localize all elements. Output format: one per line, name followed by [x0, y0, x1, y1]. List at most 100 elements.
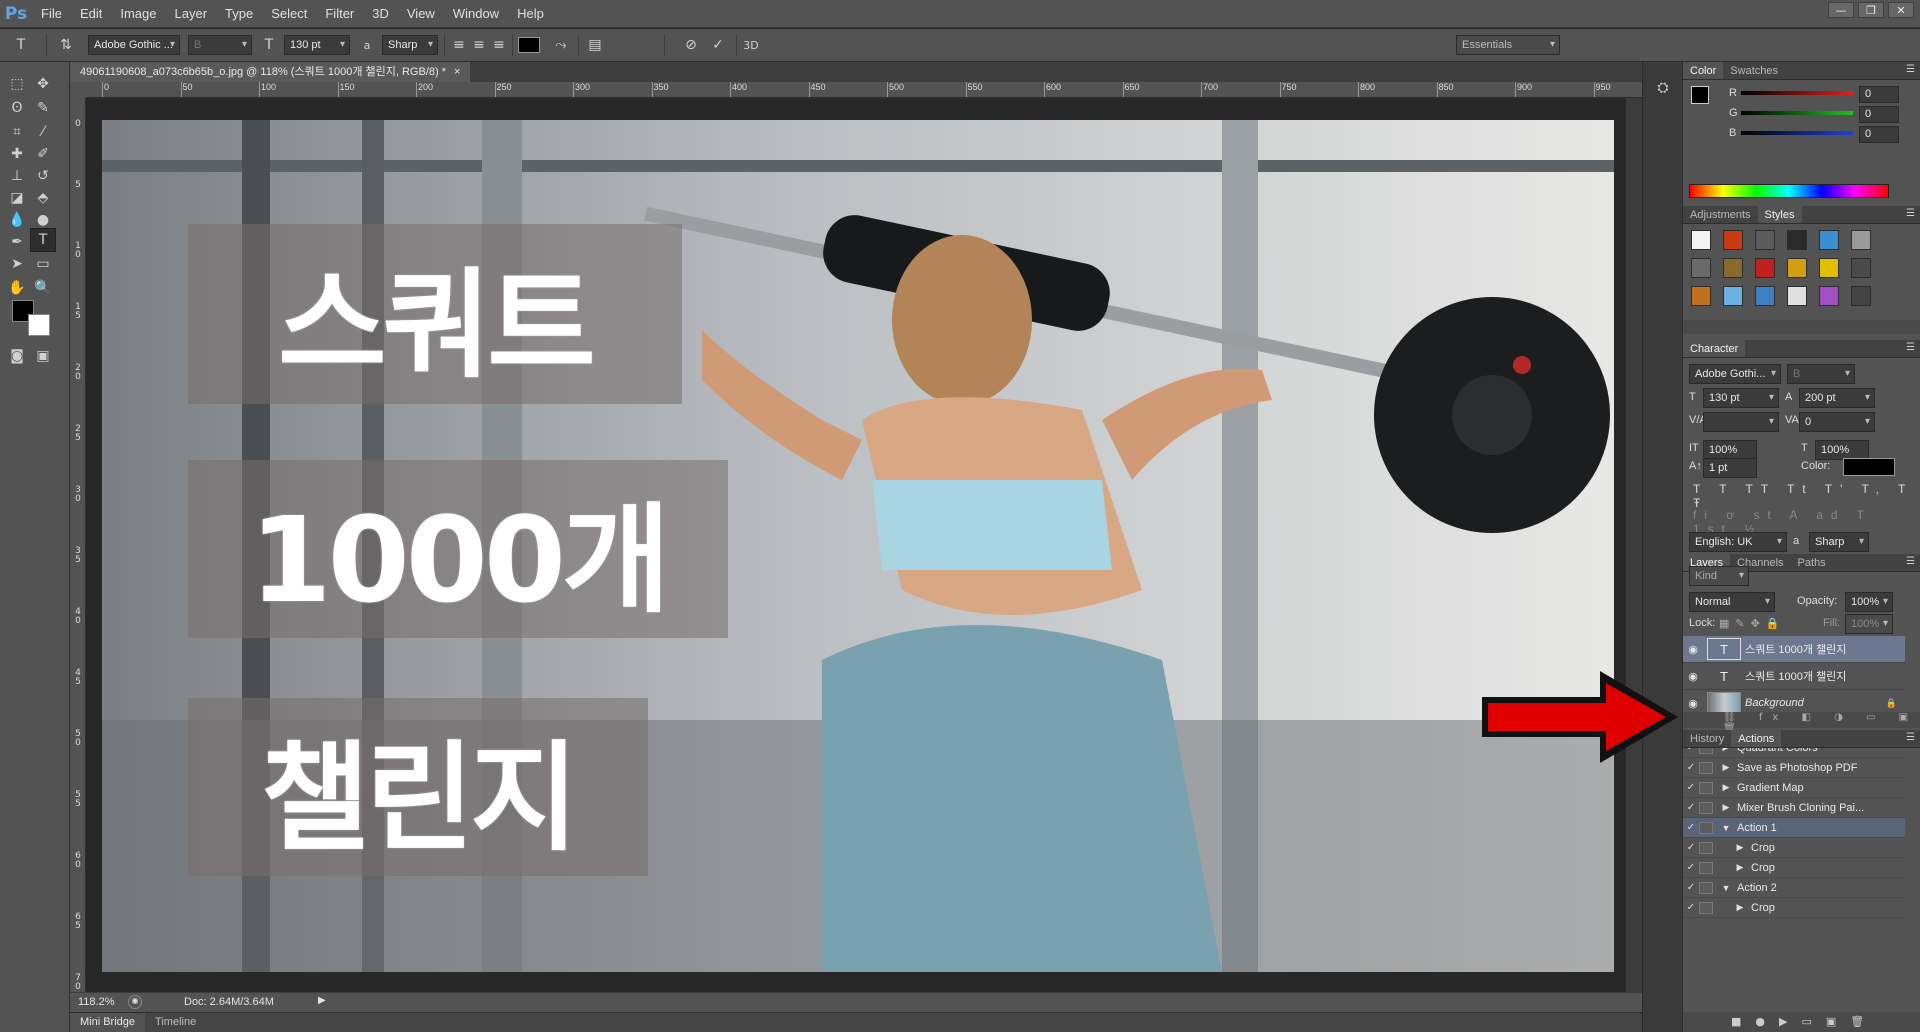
- eraser-tool-icon[interactable]: ◪: [4, 186, 30, 210]
- tab-styles[interactable]: Styles: [1757, 206, 1802, 223]
- status-info-icon[interactable]: ◉: [128, 995, 142, 1009]
- minimize-button[interactable]: —: [1828, 2, 1854, 18]
- action-toggle-check-icon[interactable]: ✓: [1683, 762, 1699, 773]
- hand-tool-icon[interactable]: ✋: [4, 276, 30, 300]
- character-baseline-shift[interactable]: 1 pt: [1703, 458, 1757, 478]
- background-color-swatch[interactable]: [28, 314, 50, 336]
- close-document-icon[interactable]: ×: [454, 62, 460, 82]
- fill-input[interactable]: 100%: [1845, 614, 1893, 634]
- brush-tool-icon[interactable]: ✐: [30, 142, 56, 166]
- tab-history[interactable]: History: [1683, 730, 1731, 747]
- action-row[interactable]: ✓ ▶ Save as Photoshop PDF: [1683, 758, 1905, 778]
- healing-brush-tool-icon[interactable]: ✚: [4, 142, 30, 166]
- layer-visibility-icon[interactable]: ◉: [1683, 670, 1703, 683]
- action-dialog-toggle[interactable]: [1699, 748, 1713, 754]
- action-toggle-check-icon[interactable]: ✓: [1683, 842, 1699, 853]
- character-kerning[interactable]: [1703, 412, 1779, 432]
- character-leading[interactable]: 200 pt: [1799, 388, 1875, 408]
- style-preset-swatch[interactable]: [1755, 286, 1775, 306]
- style-preset-swatch[interactable]: [1691, 230, 1711, 250]
- quick-selection-tool-icon[interactable]: ✎: [30, 96, 56, 120]
- rectangle-tool-icon[interactable]: ▭: [30, 252, 56, 276]
- style-preset-swatch[interactable]: [1691, 258, 1711, 278]
- character-language[interactable]: English: UK: [1689, 532, 1787, 552]
- align-center-icon[interactable]: ≡: [468, 34, 490, 56]
- style-preset-swatch[interactable]: [1691, 286, 1711, 306]
- tab-timeline[interactable]: Timeline: [145, 1013, 206, 1032]
- expand-arrow-icon[interactable]: ▶: [1719, 762, 1733, 773]
- channel-slider[interactable]: [1741, 91, 1853, 95]
- commit-edits-icon[interactable]: ✓: [707, 34, 729, 56]
- action-row[interactable]: ✓ ▶ Crop: [1683, 838, 1905, 858]
- action-toggle-check-icon[interactable]: ✓: [1683, 782, 1699, 793]
- lasso-tool-icon[interactable]: ʘ: [4, 96, 30, 120]
- panel-menu-icon[interactable]: ☰: [1906, 64, 1915, 75]
- channel-value-input[interactable]: 0: [1859, 86, 1899, 103]
- action-toggle-check-icon[interactable]: ✓: [1683, 802, 1699, 813]
- crop-tool-icon[interactable]: ⌗: [4, 120, 30, 144]
- menu-3d[interactable]: 3D: [363, 0, 398, 28]
- tab-adjustments[interactable]: Adjustments: [1683, 206, 1758, 223]
- action-toggle-check-icon[interactable]: ✓: [1683, 862, 1699, 873]
- menu-window[interactable]: Window: [444, 0, 508, 28]
- vertical-ruler[interactable]: 0 5 10 15 20 25 30 35 40 45 50 55 60 65 70: [70, 98, 86, 1005]
- cancel-edits-icon[interactable]: ⊘: [680, 34, 702, 56]
- font-style-select[interactable]: B: [188, 35, 252, 55]
- style-preset-swatch[interactable]: [1851, 230, 1871, 250]
- character-horizontal-scale[interactable]: 100%: [1815, 440, 1869, 460]
- channel-slider[interactable]: [1741, 111, 1853, 115]
- color-spectrum-bar[interactable]: [1689, 184, 1889, 198]
- layer-visibility-icon[interactable]: ◉: [1683, 697, 1703, 710]
- type-tool-preset-icon[interactable]: T: [10, 34, 32, 56]
- character-style-buttons[interactable]: T T TT Tt T' T, T Ŧ: [1693, 482, 1920, 510]
- layer-filter-kind[interactable]: Kind: [1689, 566, 1749, 586]
- action-dialog-toggle[interactable]: [1699, 841, 1713, 854]
- menu-view[interactable]: View: [398, 0, 444, 28]
- document-tab[interactable]: 49061190608_a073c6b65b_o.jpg @ 118% (스쿼트…: [70, 62, 471, 82]
- text-color-swatch[interactable]: [518, 37, 540, 53]
- warp-text-icon[interactable]: ⤳: [550, 34, 572, 56]
- character-font-style[interactable]: B: [1787, 364, 1855, 384]
- toggle-text-orientation-icon[interactable]: ⇅: [55, 34, 77, 56]
- action-row[interactable]: ✓ ▼ Action 2: [1683, 878, 1905, 898]
- menu-layer[interactable]: Layer: [166, 0, 217, 28]
- channel-value-input[interactable]: 0: [1859, 106, 1899, 123]
- action-row[interactable]: ✓ ▶ Gradient Map: [1683, 778, 1905, 798]
- action-row[interactable]: ✓ ▶ Crop: [1683, 898, 1905, 918]
- canvas-vertical-scrollbar[interactable]: [1626, 98, 1642, 992]
- character-tracking[interactable]: 0: [1799, 412, 1875, 432]
- style-preset-swatch[interactable]: [1787, 286, 1807, 306]
- font-family-select[interactable]: Adobe Gothic ...: [88, 35, 180, 55]
- tab-swatches[interactable]: Swatches: [1723, 62, 1785, 79]
- menu-file[interactable]: File: [32, 0, 71, 28]
- expand-arrow-icon[interactable]: ▶: [1733, 842, 1747, 853]
- panel-menu-icon[interactable]: ☰: [1906, 732, 1915, 743]
- eyedropper-tool-icon[interactable]: ⁄: [30, 120, 56, 144]
- character-panel-toggle-icon[interactable]: ▤: [584, 34, 606, 56]
- actions-footer-icons[interactable]: ■●▶▭▣🗑: [1683, 1012, 1920, 1032]
- action-dialog-toggle[interactable]: [1699, 881, 1713, 894]
- expand-arrow-icon[interactable]: ▶: [1733, 862, 1747, 873]
- menu-filter[interactable]: Filter: [316, 0, 363, 28]
- action-dialog-toggle[interactable]: [1699, 901, 1713, 914]
- style-preset-swatch[interactable]: [1723, 230, 1743, 250]
- style-preset-swatch[interactable]: [1819, 230, 1839, 250]
- headline-line-3[interactable]: 챌린지: [188, 698, 648, 876]
- pen-tool-icon[interactable]: ✒: [4, 230, 30, 254]
- panel-menu-icon[interactable]: ☰: [1906, 208, 1915, 219]
- action-row[interactable]: ✓ ▶ Quadrant Colors: [1683, 748, 1905, 758]
- align-right-icon[interactable]: ≡: [488, 34, 510, 56]
- style-preset-swatch[interactable]: [1819, 286, 1839, 306]
- path-selection-tool-icon[interactable]: ➤: [4, 252, 30, 276]
- channel-slider[interactable]: [1741, 131, 1853, 135]
- quick-mask-icon[interactable]: ◙: [4, 344, 30, 368]
- headline-line-1[interactable]: 스쿼트: [188, 224, 682, 404]
- zoom-level[interactable]: 118.2%: [78, 996, 115, 1008]
- tab-paths[interactable]: Paths: [1791, 554, 1833, 571]
- menu-select[interactable]: Select: [262, 0, 316, 28]
- tab-color[interactable]: Color: [1683, 62, 1724, 79]
- action-row[interactable]: ✓ ▶ Crop: [1683, 858, 1905, 878]
- collapse-arrow-icon[interactable]: ▼: [1719, 823, 1733, 833]
- tab-mini-bridge[interactable]: Mini Bridge: [70, 1013, 146, 1032]
- tab-actions[interactable]: Actions: [1731, 730, 1782, 747]
